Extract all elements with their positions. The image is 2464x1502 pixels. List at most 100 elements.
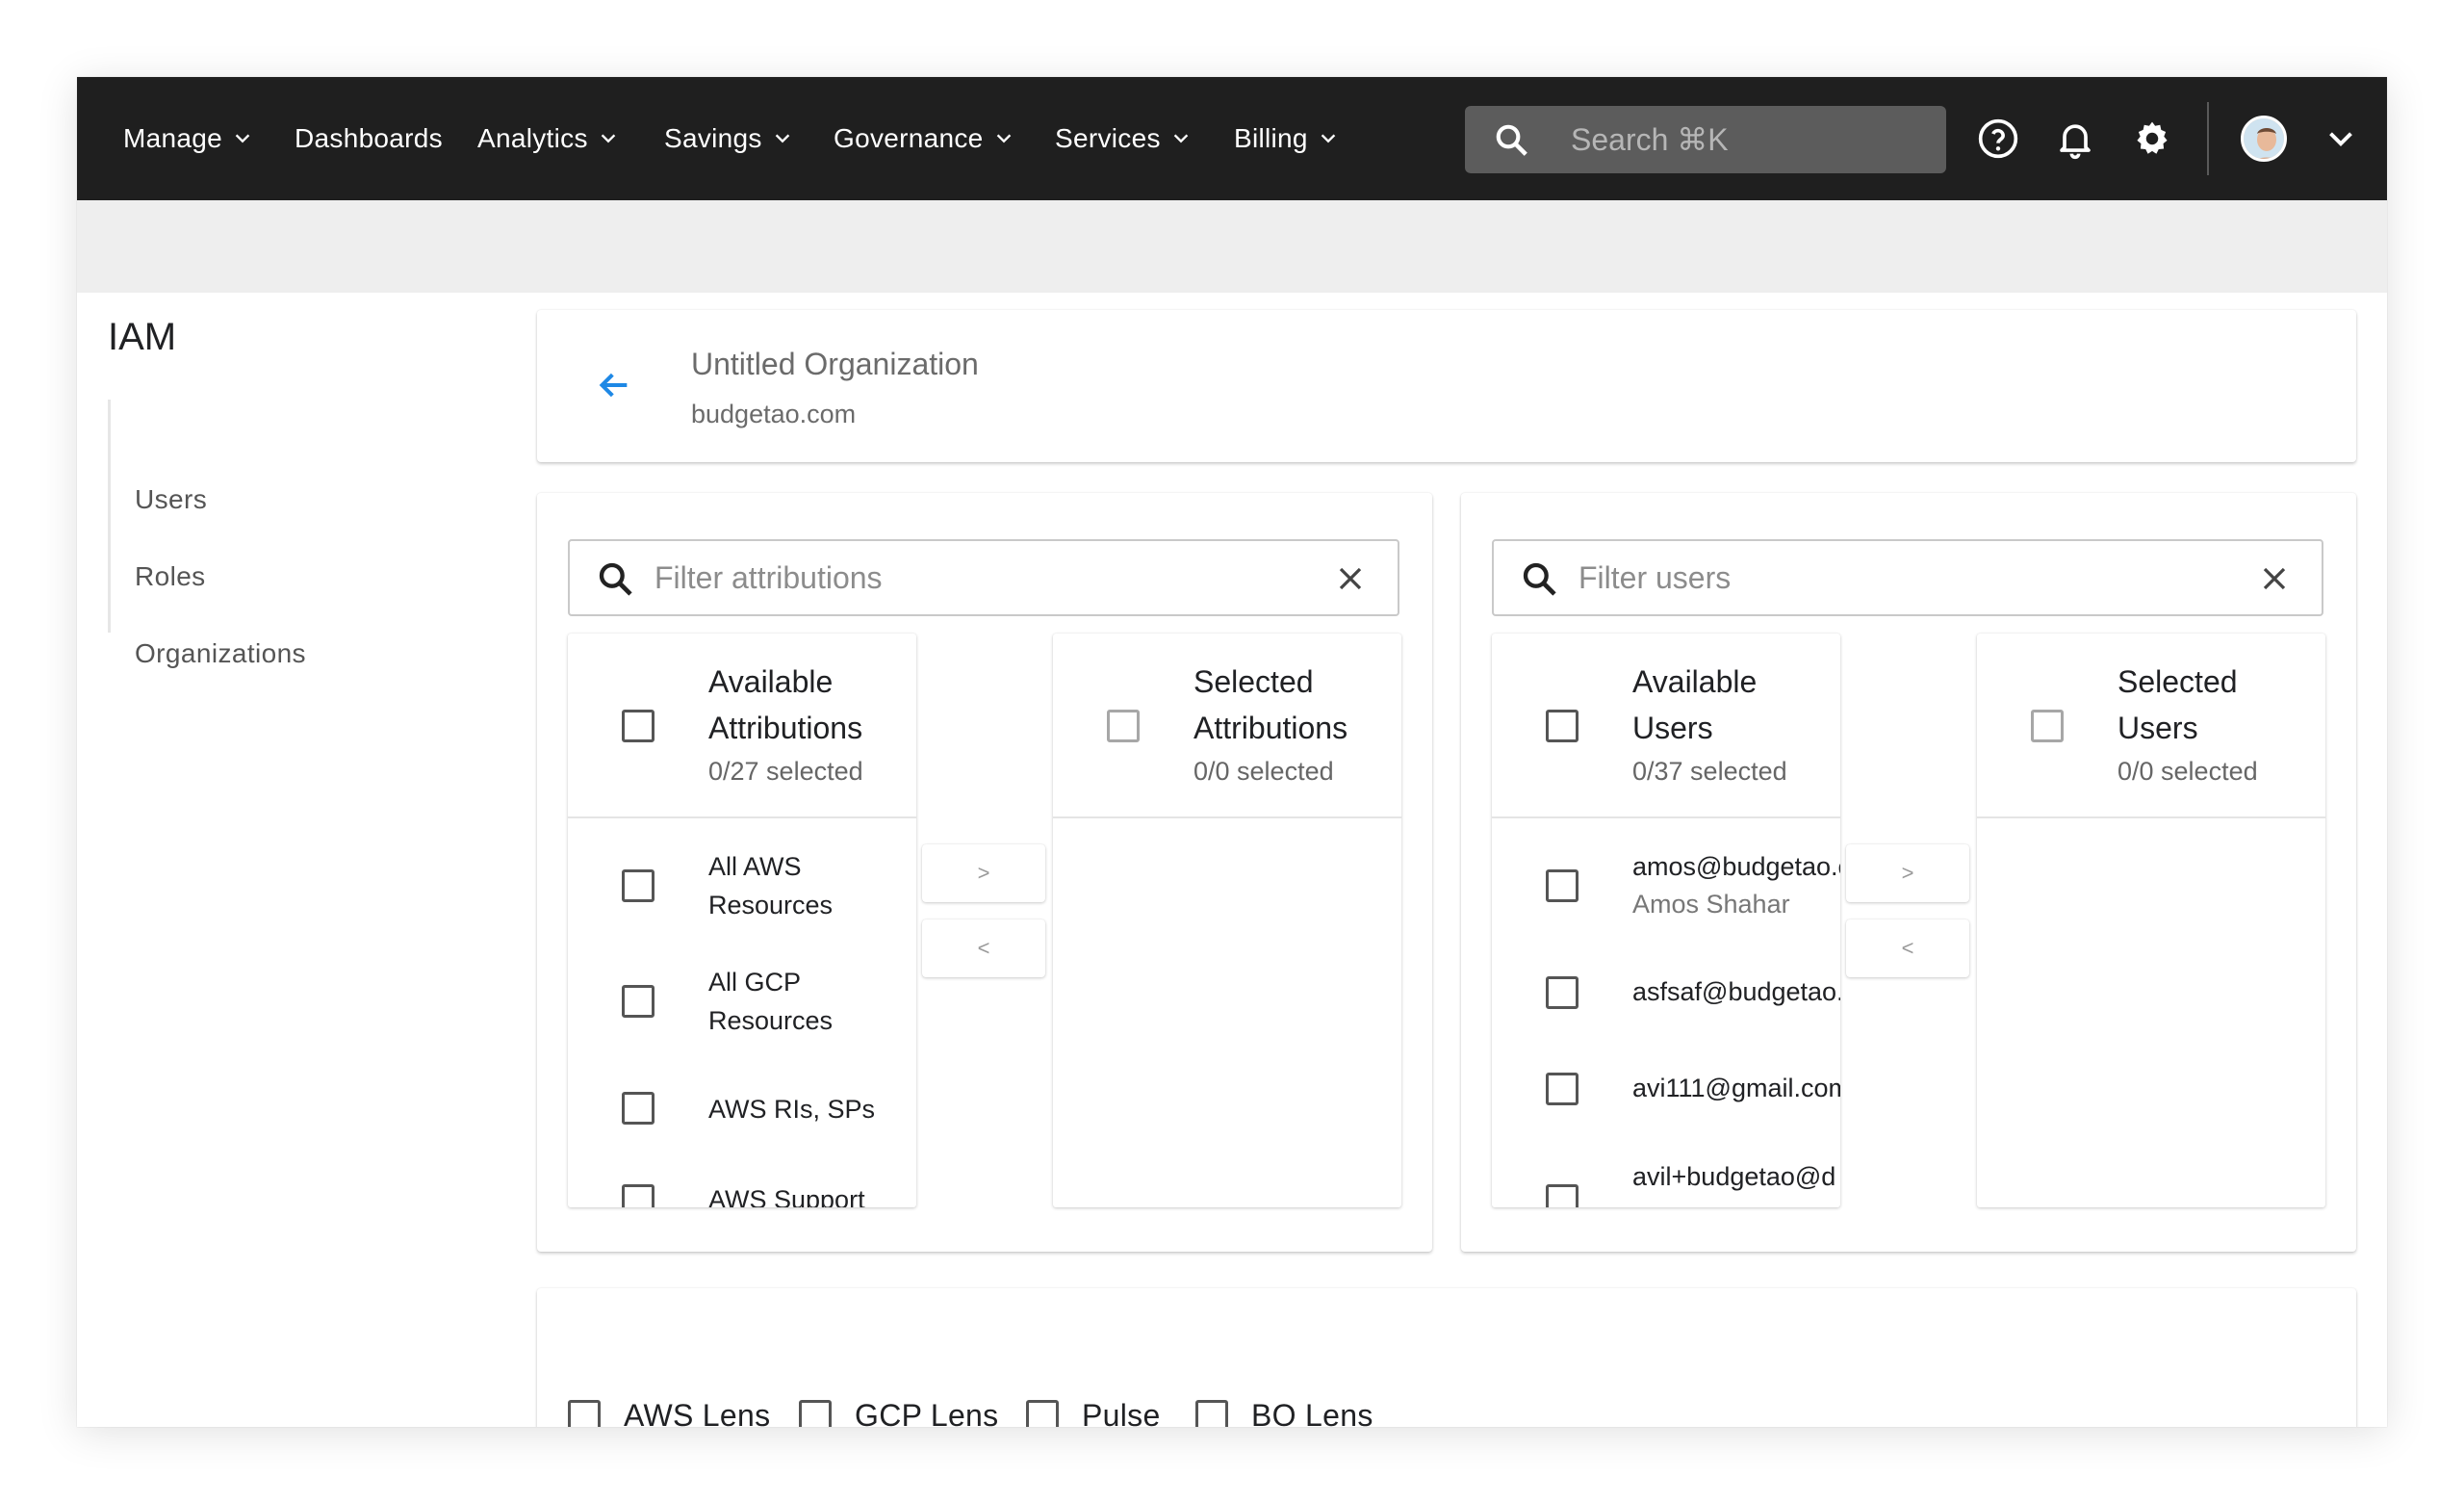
lens-checkbox[interactable]	[568, 1399, 601, 1427]
list-header: Available Attributions 0/27 selected	[568, 634, 916, 818]
item-checkbox[interactable]	[622, 869, 654, 902]
select-all-checkbox[interactable]	[1546, 710, 1578, 742]
list-item[interactable]: AWS RIs, SPs	[568, 1078, 916, 1175]
attributions-filter[interactable]	[568, 539, 1399, 616]
nav-billing[interactable]: Billing	[1234, 77, 1339, 200]
list-item[interactable]: avil+budgetao@d	[1492, 1134, 1840, 1207]
lens-label: BO Lens	[1251, 1398, 1373, 1427]
avatar[interactable]	[2241, 116, 2287, 162]
lens-checkbox[interactable]	[1026, 1399, 1059, 1427]
user-email: avil+budgetao@d	[1632, 1162, 1836, 1191]
nav-services-label: Services	[1055, 123, 1161, 153]
nav-governance-label: Governance	[834, 123, 984, 153]
global-search-input[interactable]	[1571, 106, 1917, 173]
select-all-checkbox[interactable]	[622, 710, 654, 742]
top-nav-bar: Manage Dashboards Analytics Savings Gove…	[77, 77, 2387, 200]
list-item[interactable]: asfsaf@budgetao.com	[1492, 942, 1840, 1038]
item-label: All AWS Resources	[708, 852, 834, 919]
sidebar-item-roles[interactable]: Roles	[135, 561, 206, 592]
org-domain: budgetao.com	[691, 400, 857, 428]
users-transfer-card: Available Users 0/37 selected amos@budge…	[1461, 493, 2356, 1252]
chevron-down-icon	[775, 134, 789, 143]
list-item[interactable]: AWS Support	[568, 1184, 916, 1207]
selected-attributions-list: Selected Attributions 0/0 selected	[1053, 634, 1401, 1207]
nav-divider	[2207, 102, 2209, 175]
nav-savings-label: Savings	[664, 123, 762, 153]
item-label: AWS Support	[708, 1185, 865, 1207]
app-window: Manage Dashboards Analytics Savings Gove…	[77, 77, 2387, 1427]
select-all-checkbox[interactable]	[2031, 710, 2064, 742]
move-left-button[interactable]: <	[922, 919, 1045, 977]
move-right-button[interactable]: >	[1846, 844, 1969, 902]
chevron-down-icon[interactable]	[2323, 121, 2358, 156]
item-checkbox[interactable]	[622, 985, 654, 1018]
users-filter-input[interactable]	[1578, 541, 2233, 614]
lens-option-aws[interactable]: AWS Lens	[568, 1398, 770, 1427]
item-checkbox[interactable]	[622, 1184, 654, 1207]
chevron-down-icon	[996, 134, 1011, 143]
nav-manage[interactable]: Manage	[123, 77, 253, 200]
close-icon[interactable]	[2260, 564, 2289, 593]
nav-analytics[interactable]: Analytics	[477, 77, 619, 200]
close-icon[interactable]	[1336, 564, 1365, 593]
item-checkbox[interactable]	[1546, 1073, 1578, 1105]
list-item[interactable]: avi111@gmail.com	[1492, 1038, 1840, 1134]
nav-dashboards[interactable]: Dashboards	[295, 77, 443, 200]
sidebar-item-organizations[interactable]: Organizations	[135, 638, 306, 669]
back-arrow-icon[interactable]	[595, 366, 633, 404]
user-email: asfsaf@budgetao.com	[1632, 977, 1840, 1006]
lens-checkbox[interactable]	[1195, 1399, 1228, 1427]
sidebar-nav: Users Roles Organizations	[108, 400, 454, 668]
list-item[interactable]: All AWS Resources	[568, 838, 916, 934]
list-title: Selected Users	[2118, 664, 2238, 745]
selected-count: 0/0 selected	[1194, 757, 1334, 786]
move-right-button[interactable]: >	[922, 844, 1045, 902]
search-icon	[1496, 124, 1527, 156]
lens-label: GCP Lens	[855, 1398, 999, 1427]
list-title: Available Attributions	[708, 664, 863, 745]
lens-option-bo[interactable]: BO Lens	[1195, 1398, 1373, 1427]
lens-option-pulse[interactable]: Pulse	[1026, 1398, 1161, 1427]
user-email: avi111@gmail.com	[1632, 1074, 1840, 1102]
chevron-down-icon	[1173, 134, 1189, 143]
search-icon	[599, 562, 632, 596]
bell-icon[interactable]	[2054, 117, 2096, 160]
lens-label: AWS Lens	[624, 1398, 771, 1427]
org-header-card: Untitled Organization budgetao.com	[537, 310, 2356, 462]
select-all-checkbox[interactable]	[1107, 710, 1140, 742]
nav-manage-label: Manage	[123, 123, 222, 153]
selected-count: 0/37 selected	[1632, 757, 1787, 786]
nav-billing-label: Billing	[1234, 123, 1308, 153]
nav-services[interactable]: Services	[1055, 77, 1192, 200]
user-email: amos@budgetao.com	[1632, 852, 1840, 881]
item-checkbox[interactable]	[1546, 1184, 1578, 1207]
nav-savings[interactable]: Savings	[664, 77, 793, 200]
help-icon[interactable]	[1977, 117, 2019, 160]
list-item[interactable]: amos@budgetao.com Amos Shahar	[1492, 838, 1840, 934]
available-users-list: Available Users 0/37 selected amos@budge…	[1492, 634, 1840, 1207]
nav-governance[interactable]: Governance	[834, 77, 1014, 200]
move-left-button[interactable]: <	[1846, 919, 1969, 977]
list-item[interactable]: All GCP Resources	[568, 953, 916, 1049]
item-checkbox[interactable]	[622, 1092, 654, 1125]
list-title: Available Users	[1632, 664, 1758, 745]
attributions-filter-input[interactable]	[654, 541, 1309, 614]
list-title: Selected Attributions	[1194, 664, 1348, 745]
gear-icon[interactable]	[2131, 117, 2173, 160]
sidebar-item-users[interactable]: Users	[135, 484, 207, 515]
selected-count: 0/27 selected	[708, 757, 863, 786]
global-search[interactable]	[1465, 106, 1946, 173]
selected-users-list: Selected Users 0/0 selected	[1977, 634, 2325, 1207]
item-checkbox[interactable]	[1546, 869, 1578, 902]
users-filter[interactable]	[1492, 539, 2323, 616]
chevron-down-icon	[601, 134, 616, 143]
attributions-transfer-card: Available Attributions 0/27 selected All…	[537, 493, 1432, 1252]
page-header-band	[77, 200, 2387, 293]
lens-checkbox[interactable]	[799, 1399, 832, 1427]
org-name: Untitled Organization	[691, 347, 979, 381]
nav-dashboards-label: Dashboards	[295, 123, 443, 153]
item-checkbox[interactable]	[1546, 976, 1578, 1009]
sidebar-title: IAM	[108, 316, 177, 358]
item-label: All GCP Resources	[708, 968, 834, 1035]
lens-option-gcp[interactable]: GCP Lens	[799, 1398, 998, 1427]
